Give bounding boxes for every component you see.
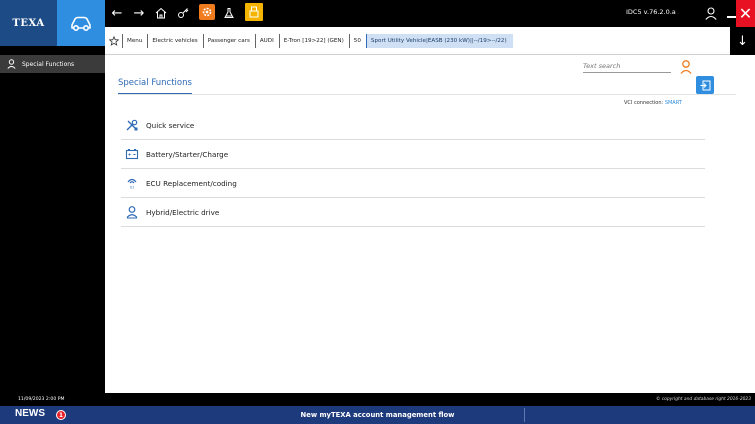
breadcrumb-item[interactable]: Passenger cars: [202, 33, 255, 48]
menu-item-ecu-replacement[interactable]: 01 ECU Replacement/coding: [121, 169, 705, 198]
vci-connection-status: VCI connection: SMART: [624, 100, 682, 106]
menu-item-quick-service[interactable]: Quick service: [121, 111, 705, 140]
star-icon[interactable]: [108, 35, 120, 47]
menu-item-label: Hybrid/Electric drive: [146, 207, 220, 217]
breadcrumb-item[interactable]: Menu: [122, 33, 147, 48]
battery-icon: [125, 147, 139, 161]
flask-icon: [224, 8, 234, 18]
logo-text: TEXA: [12, 17, 45, 29]
usb-device-button[interactable]: [245, 3, 263, 21]
arrow-right-icon: →: [133, 5, 145, 21]
sidebar-item-special-functions[interactable]: Special Functions: [0, 55, 105, 73]
back-button[interactable]: ←: [109, 4, 125, 22]
exit-door-icon: [700, 80, 710, 90]
menu-item-battery[interactable]: Battery/Starter/Charge: [121, 140, 705, 169]
diagnosis-button[interactable]: [221, 4, 237, 22]
user-plug-icon: [125, 205, 139, 219]
home-icon: [155, 7, 167, 19]
usb-icon: [249, 6, 259, 18]
exit-button[interactable]: [696, 76, 714, 94]
news-label[interactable]: NEWS: [15, 408, 45, 419]
close-button[interactable]: ✕: [736, 0, 755, 27]
gear-icon: [202, 7, 212, 17]
breadcrumb-expand-button[interactable]: ↓: [730, 27, 755, 55]
datetime-display: 11/09/2023 2:00 PM: [18, 397, 65, 402]
forward-button[interactable]: →: [131, 4, 147, 22]
tab-special-functions[interactable]: Special Functions: [118, 78, 192, 95]
user-icon: [705, 6, 717, 20]
breadcrumb: Menu Electric vehicles Passenger cars AU…: [105, 27, 730, 55]
tab-divider: [118, 94, 736, 95]
version-label: IDC5 v.76.2.0.a: [626, 8, 676, 16]
wrench-screwdriver-icon: [125, 118, 139, 132]
search-person-icon[interactable]: [679, 59, 693, 75]
menu-item-hybrid-electric[interactable]: Hybrid/Electric drive: [121, 198, 705, 227]
user-icon: [6, 59, 16, 69]
special-functions-list: Quick service Battery/Starter/Charge 01 …: [121, 111, 705, 227]
settings-button[interactable]: [199, 4, 215, 20]
car-icon: [71, 16, 91, 32]
vci-label: VCI connection:: [624, 100, 664, 106]
key-button[interactable]: [175, 4, 191, 22]
breadcrumb-item[interactable]: AUDI: [254, 33, 279, 48]
news-headline[interactable]: New myTEXA account management flow: [0, 406, 755, 424]
arrow-down-icon: ↓: [737, 33, 748, 49]
copyright-text: © copyright and database right 2016-2023: [105, 393, 755, 406]
search-input[interactable]: [583, 59, 671, 73]
news-separator: [524, 408, 525, 422]
breadcrumb-item-current[interactable]: Sport Utility Vehicle|EASB (230 kW)||--/…: [365, 33, 513, 48]
menu-item-label: ECU Replacement/coding: [146, 178, 237, 188]
home-button[interactable]: [153, 4, 169, 22]
vci-value: SMART: [664, 100, 682, 106]
ecu-chip-icon: 01: [125, 176, 139, 190]
close-icon: ✕: [738, 4, 753, 23]
breadcrumb-item[interactable]: E-Tron [19>22] (GEN): [278, 33, 349, 48]
user-button[interactable]: [703, 4, 719, 22]
svg-text:01: 01: [130, 186, 134, 190]
news-count-badge: 1: [56, 410, 66, 420]
sidebar: Special Functions: [0, 55, 105, 393]
texa-logo: TEXA: [0, 0, 57, 46]
arrow-left-icon: ←: [111, 5, 123, 21]
menu-item-label: Battery/Starter/Charge: [146, 149, 229, 159]
menu-item-label: Quick service: [146, 120, 195, 130]
key-icon: [178, 8, 189, 18]
top-toolbar: ← → IDC5 v.76.2.0.a ✕: [105, 0, 755, 27]
vehicle-selection-button[interactable]: [57, 0, 105, 46]
news-bar[interactable]: New myTEXA account management flow NEWS …: [0, 406, 755, 424]
breadcrumb-item[interactable]: 50: [348, 33, 366, 48]
breadcrumb-item[interactable]: Electric vehicles: [147, 33, 202, 48]
main-panel: Special Functions VCI connection: SMART …: [105, 55, 755, 393]
sidebar-item-label: Special Functions: [22, 60, 75, 68]
